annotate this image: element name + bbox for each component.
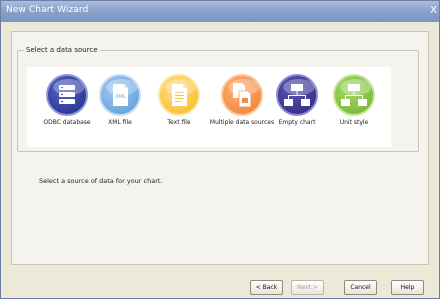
source-unit-style[interactable]: Unit style <box>319 74 389 126</box>
title-bar[interactable]: New Chart Wizard X <box>1 1 439 22</box>
svg-text:XML: XML <box>115 94 126 100</box>
database-icon <box>46 74 88 116</box>
source-text-file[interactable]: Text file <box>144 74 214 126</box>
multiple-sources-icon <box>221 74 263 116</box>
text-file-icon <box>158 74 200 116</box>
window-title: New Chart Wizard <box>6 5 89 15</box>
cancel-button[interactable]: Cancel <box>344 280 377 295</box>
group-legend: Select a data source <box>26 46 98 54</box>
help-button[interactable]: Help <box>391 280 424 295</box>
org-chart-icon <box>333 74 375 116</box>
next-button[interactable]: Next > <box>291 280 324 295</box>
wizard-window: New Chart Wizard X Select a data source … <box>0 0 440 299</box>
source-label: Text file <box>167 119 191 126</box>
close-icon[interactable]: X <box>430 5 437 16</box>
instruction-text: Select a source of data for your chart. <box>39 177 163 185</box>
back-button[interactable]: < Back <box>250 280 283 295</box>
xml-file-icon: XML <box>99 74 141 116</box>
org-chart-icon <box>276 74 318 116</box>
source-label: Unit style <box>339 119 369 126</box>
